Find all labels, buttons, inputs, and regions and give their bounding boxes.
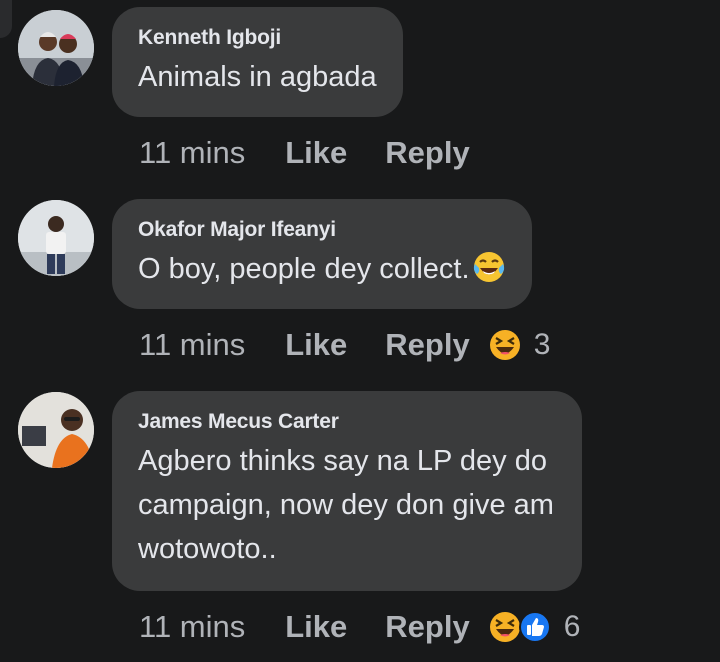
comment-actions: 11 mins Like Reply 3 [139,325,550,365]
comment-text-content: O boy, people dey collect. [138,253,470,285]
reaction-count: 3 [533,328,551,361]
comment-text: Agbero thinks say na LP dey do campaign,… [138,439,554,571]
comment-author[interactable]: James Mecus Carter [138,409,554,435]
reaction-count: 6 [563,610,581,643]
like-button[interactable]: Like [285,327,347,363]
comment-bubble[interactable]: Kenneth Igboji Animals in agbada [112,7,403,117]
comment-author[interactable]: Okafor Major Ifeanyi [138,217,506,243]
avatar[interactable] [18,10,94,86]
comment-text-line: campaign, now dey don give am [138,489,554,521]
tears-of-joy-emoji-icon [473,252,504,282]
comment-timestamp[interactable]: 11 mins [139,327,245,363]
like-reaction-icon [518,611,551,643]
reaction-summary[interactable]: 6 [488,610,581,644]
reply-button[interactable]: Reply [385,327,469,363]
like-button[interactable]: Like [285,135,347,171]
avatar[interactable] [18,392,94,468]
comment-timestamp[interactable]: 11 mins [139,609,245,645]
comment-actions: 11 mins Like Reply [139,133,470,173]
comment-text-line: wotowoto.. [138,533,277,565]
like-button[interactable]: Like [285,609,347,645]
comment-bubble[interactable]: James Mecus Carter Agbero thinks say na … [112,391,582,591]
comment-text-line: Agbero thinks say na LP dey do [138,445,547,477]
comment-text: O boy, people dey collect. [138,247,506,291]
avatar[interactable] [18,200,94,276]
reaction-summary[interactable]: 3 [488,328,551,362]
comment-text: Animals in agbada [138,61,377,93]
haha-reaction-icon [489,330,520,360]
comment-timestamp[interactable]: 11 mins [139,135,245,171]
haha-reaction-icon [489,612,520,642]
previous-item-edge [0,0,12,38]
comment-actions: 11 mins Like Reply 6 [139,607,580,647]
reply-button[interactable]: Reply [385,135,469,171]
reply-button[interactable]: Reply [385,609,469,645]
comment-bubble[interactable]: Okafor Major Ifeanyi O boy, people dey c… [112,199,532,309]
comment-author[interactable]: Kenneth Igboji [138,25,377,51]
